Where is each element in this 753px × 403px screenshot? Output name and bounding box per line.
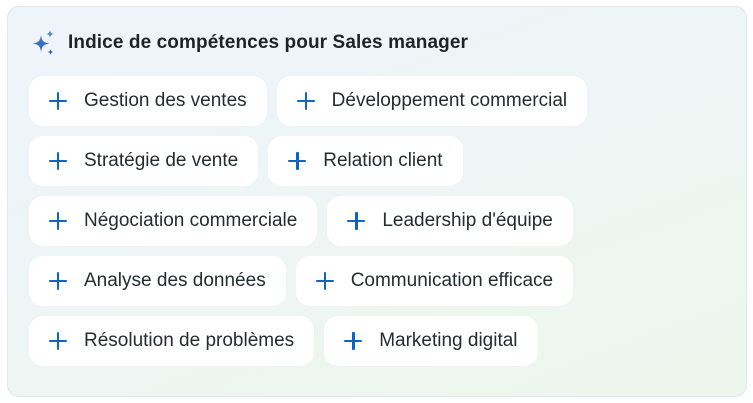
plus-icon (296, 92, 315, 110)
chip-label: Résolution de problèmes (84, 330, 295, 351)
add-skill-chip[interactable]: Négociation commerciale (29, 196, 318, 246)
plus-icon (344, 332, 363, 350)
chip-label: Développement commercial (331, 90, 568, 111)
add-skill-chip[interactable]: Marketing digital (324, 316, 538, 366)
skills-card: Indice de compétences pour Sales manager… (7, 6, 747, 397)
plus-icon (347, 212, 366, 230)
chip-label: Stratégie de vente (84, 150, 239, 171)
plus-icon (315, 272, 334, 290)
add-skill-chip[interactable]: Développement commercial (276, 76, 588, 126)
sparkle-icon (30, 29, 56, 57)
chip-label: Gestion des ventes (84, 90, 247, 111)
chip-label: Marketing digital (379, 330, 518, 351)
add-skill-chip[interactable]: Communication efficace (295, 256, 574, 306)
add-skill-chip[interactable]: Stratégie de vente (29, 136, 259, 186)
add-skill-chip[interactable]: Relation client (268, 136, 463, 186)
add-skill-chip[interactable]: Gestion des ventes (29, 76, 267, 126)
plus-icon (49, 152, 67, 170)
plus-icon (288, 152, 307, 170)
add-skill-chip[interactable]: Leadership d'équipe (327, 196, 573, 246)
add-skill-chip[interactable]: Résolution de problèmes (29, 316, 315, 366)
chip-row: Analyse des données Communication effica… (29, 256, 729, 306)
chip-label: Relation client (323, 150, 443, 171)
chip-row: Stratégie de vente Relation client (29, 136, 729, 186)
card-title: Indice de compétences pour Sales manager (68, 32, 468, 53)
plus-icon (49, 272, 67, 290)
add-skill-chip[interactable]: Analyse des données (29, 256, 286, 306)
chip-label: Négociation commerciale (84, 210, 298, 231)
skill-chip-list: Gestion des ventes Développement commerc… (29, 76, 729, 376)
chip-label: Communication efficace (350, 270, 554, 291)
chip-row: Résolution de problèmes Marketing digita… (29, 316, 729, 366)
plus-icon (49, 212, 67, 230)
chip-row: Gestion des ventes Développement commerc… (29, 76, 729, 126)
plus-icon (49, 92, 67, 110)
chip-label: Analyse des données (84, 270, 266, 291)
chip-row: Négociation commerciale Leadership d'équ… (29, 196, 729, 246)
card-header: Indice de compétences pour Sales manager (30, 29, 468, 57)
plus-icon (49, 332, 67, 350)
chip-label: Leadership d'équipe (382, 210, 553, 231)
